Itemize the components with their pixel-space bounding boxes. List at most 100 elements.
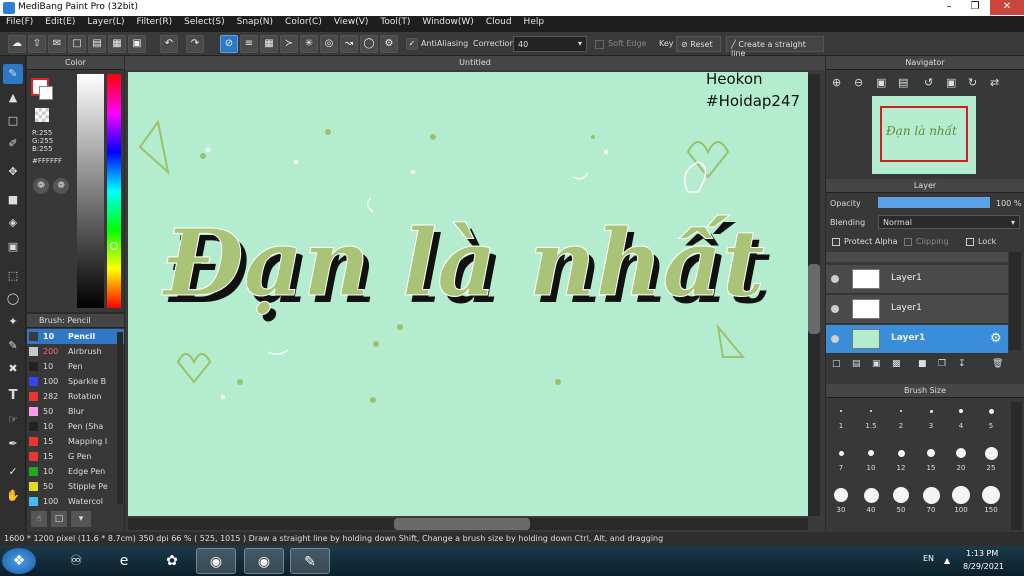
save-icon[interactable]: ▤ [88,35,106,53]
horizontal-scrollbar[interactable] [128,518,808,530]
brush-size-option[interactable]: 40 [856,484,886,514]
flip-icon[interactable]: ⇄ [990,76,999,89]
background-color-swatch[interactable] [39,86,53,100]
fit-icon[interactable]: ▣ [876,76,886,89]
brush-size-option[interactable]: 4 [946,400,976,430]
layer-row-active[interactable]: Layer1 ⚙ [826,325,1008,354]
fill-rect-tool-icon[interactable]: ■ [3,190,23,210]
lock-checkbox[interactable] [966,238,974,246]
brush-size-option[interactable]: 2 [886,400,916,430]
hue-slider[interactable] [107,74,121,308]
cloud-icon[interactable]: ☁ [8,35,26,53]
select-pen-icon[interactable]: ✎ [3,336,23,356]
brush-new-icon[interactable]: □ [51,511,67,527]
brush-size-option[interactable]: 15 [916,442,946,472]
new-layer-icon[interactable]: □ [832,359,841,369]
brush-item[interactable]: 50 Blur [27,404,124,419]
internet-explorer-icon[interactable]: e [104,548,144,574]
layer-row[interactable]: Layer1 [826,265,1008,294]
menu-help[interactable]: Help [518,16,551,27]
pen-tool-icon[interactable]: ✐ [3,134,23,154]
layer-partial-row[interactable] [826,252,1008,262]
brush-item[interactable]: 10 Edge Pen [27,464,124,479]
menu-file[interactable]: File(F) [0,16,39,27]
coccoc-icon[interactable]: ✿ [152,548,192,574]
lasso-tool-icon[interactable]: ◯ [3,289,23,309]
magic-wand-icon[interactable]: ✦ [3,312,23,332]
rectangle-tool-icon[interactable]: □ [3,111,23,131]
zoom-in-icon[interactable]: ⊕ [832,76,841,89]
brush-scrollbar[interactable] [117,332,123,504]
brush-item[interactable]: 10 Pencil [27,329,124,344]
paint-icon[interactable]: ✎ [290,548,330,574]
brush-tool-icon[interactable]: ✎ [3,64,23,84]
correction-select[interactable]: 40 ▾ [513,36,587,52]
navigator-preview[interactable]: Đạn là nhất [872,96,976,174]
palette-icon[interactable]: ❁ [33,178,49,194]
new-8bit-layer-icon[interactable]: ▣ [872,359,881,369]
transparent-swatch[interactable] [35,108,49,122]
parallel-snap-icon[interactable]: ≡ [240,35,258,53]
radial-snap-icon[interactable]: ✳ [300,35,318,53]
brush-size-option[interactable]: 20 [946,442,976,472]
dropper-tool-icon[interactable]: ✓ [3,462,23,482]
menu-edit[interactable]: Edit(E) [39,16,81,27]
visibility-icon[interactable] [831,305,839,313]
brush-item[interactable]: 15 Mapping I [27,434,124,449]
delete-layer-icon[interactable]: 🗑 [992,359,1003,369]
comment-icon[interactable]: ✉ [48,35,66,53]
menu-snap[interactable]: Snap(N) [231,16,279,27]
undo-icon[interactable]: ↶ [160,35,178,53]
language-indicator[interactable]: EN [923,554,934,563]
zoom-out-icon[interactable]: ⊖ [854,76,863,89]
rotate-right-icon[interactable]: ↻ [968,76,977,89]
actual-size-icon[interactable]: ▤ [898,76,908,89]
vertical-scrollbar[interactable] [808,74,820,516]
layer-settings-icon[interactable]: ⚙ [990,331,1002,346]
brush-size-option[interactable]: 12 [886,442,916,472]
menu-window[interactable]: Window(W) [416,16,479,27]
opacity-slider[interactable] [878,197,990,208]
brush-size-option[interactable]: 100 [946,484,976,514]
snap-off-icon[interactable]: ⊘ [220,35,238,53]
straight-line-button[interactable]: ╱ Create a straight line [726,36,824,58]
protect-alpha-checkbox[interactable] [832,238,840,246]
menu-filter[interactable]: Filter(R) [131,16,179,27]
bucket-tool-icon[interactable]: ◈ [3,213,23,233]
brush-item[interactable]: 10 Pen [27,359,124,374]
layer-row[interactable]: Layer1 [826,295,1008,324]
medibang-icon[interactable]: ◉ [244,548,284,574]
brush-item[interactable]: 10 Pen (Sha [27,419,124,434]
curve-snap-icon[interactable]: ↝ [340,35,358,53]
new-file-icon[interactable]: □ [68,35,86,53]
menu-view[interactable]: View(V) [328,16,375,27]
visual-studio-icon[interactable]: ♾ [56,548,96,574]
brush-size-option[interactable]: 25 [976,442,1006,472]
brush-size-option[interactable]: 1 [826,400,856,430]
drawing-canvas[interactable]: Đạn là nhất Đạn là nhất Heokon #Hoidap24… [128,72,808,516]
move-tool-icon[interactable]: ✥ [3,162,23,182]
brush-size-option[interactable]: 10 [856,442,886,472]
brush-item[interactable]: 100 Sparkle B [27,374,124,389]
clock-date[interactable]: 8/29/2021 [963,562,1004,571]
reset-button[interactable]: ⊘ Reset [676,36,721,52]
brush-item[interactable]: 15 G Pen [27,449,124,464]
brush-menu-icon[interactable]: ▾ [71,511,91,527]
chrome-icon[interactable]: ◉ [196,548,236,574]
blending-select[interactable]: Normal ▾ [878,215,1020,229]
duplicate-layer-icon[interactable]: ❐ [938,359,946,369]
grid-snap-icon[interactable]: ▦ [260,35,278,53]
maximize-button[interactable]: ❐ [962,0,988,15]
export-icon[interactable]: ▣ [128,35,146,53]
eraser-tool-icon[interactable]: ▲ [3,88,23,108]
brush-add-icon[interactable]: ☝ [31,511,47,527]
hue-handle[interactable] [110,242,118,250]
minimize-button[interactable]: – [936,0,962,15]
brush-size-scrollbar[interactable] [1011,402,1022,530]
snap-settings-icon[interactable]: ⚙ [380,35,398,53]
palette-add-icon[interactable]: ❁ [53,178,69,194]
menu-select[interactable]: Select(S) [178,16,231,27]
soft-edge-checkbox[interactable] [595,40,604,49]
menu-cloud[interactable]: Cloud [480,16,518,27]
menu-tool[interactable]: Tool(T) [374,16,416,27]
